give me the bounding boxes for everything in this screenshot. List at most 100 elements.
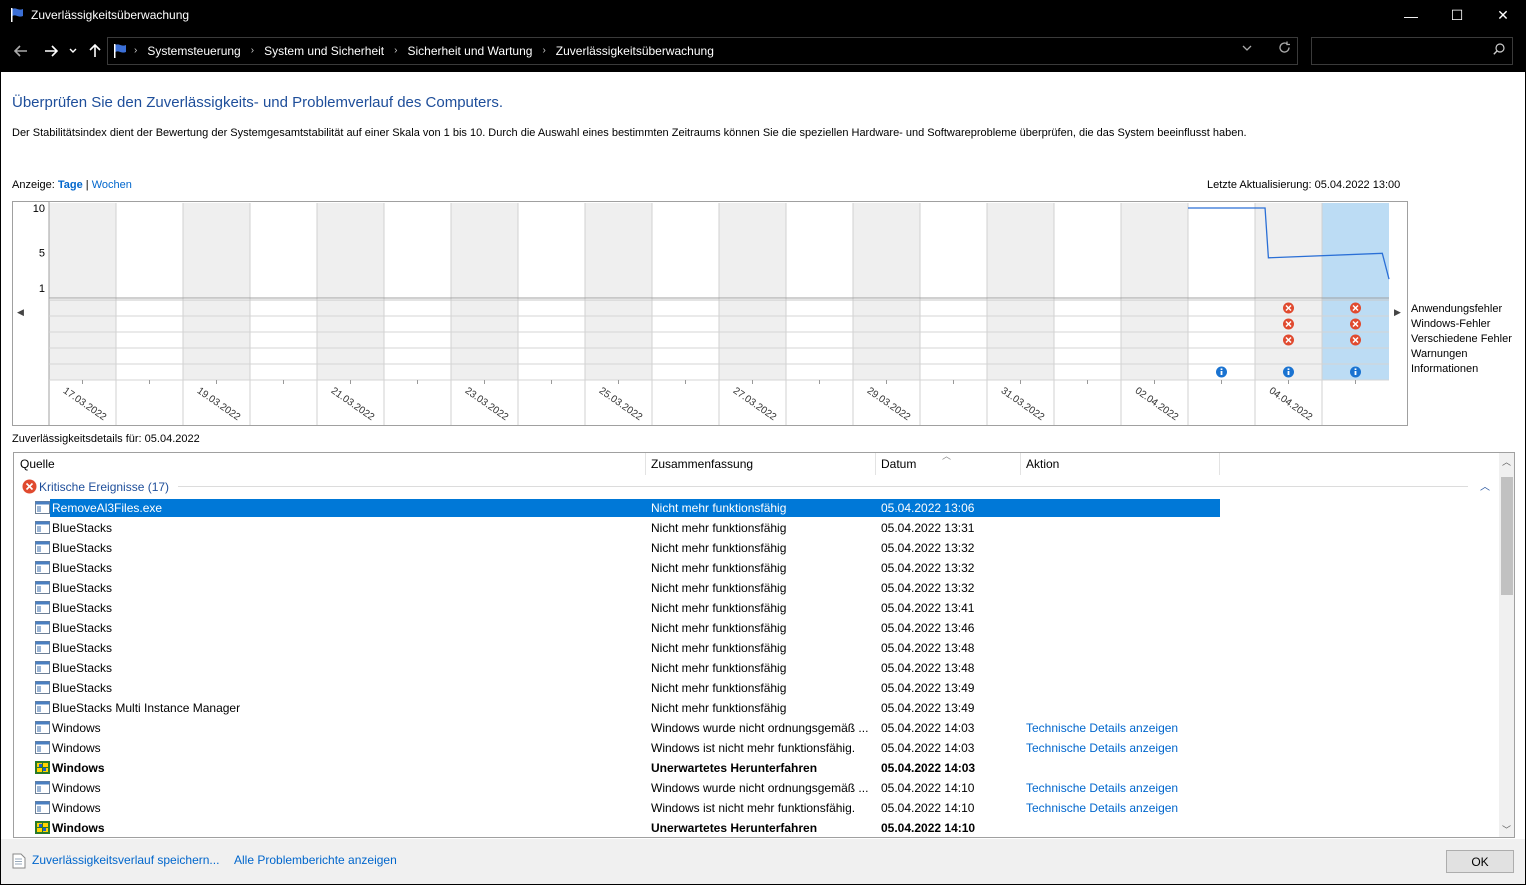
chart-column[interactable] — [317, 203, 384, 298]
back-button[interactable] — [10, 39, 32, 63]
close-button[interactable]: ✕ — [1480, 0, 1526, 31]
chart-column[interactable] — [384, 203, 451, 298]
table-row[interactable]: BlueStacks Nicht mehr funktionsfähig 05.04… — [14, 577, 1499, 597]
chart-column[interactable] — [49, 203, 116, 298]
table-row[interactable]: BlueStacks Nicht mehr funktionsfähig 05.04… — [14, 597, 1499, 617]
scroll-up-icon[interactable]: ︿ — [1502, 455, 1511, 468]
table-row[interactable]: BlueStacks Nicht mehr funktionsfähig 05.04… — [14, 617, 1499, 637]
breadcrumb-systemsteuerung[interactable]: Systemsteuerung — [147, 44, 240, 58]
chart-column[interactable] — [719, 203, 786, 298]
chevron-right-icon[interactable]: › — [134, 44, 137, 58]
technical-details-link[interactable]: Technische Details anzeigen — [1026, 741, 1178, 755]
column-header-source[interactable]: Quelle — [20, 457, 55, 471]
chart-column[interactable] — [1121, 203, 1188, 298]
column-header-summary[interactable]: Zusammenfassung — [651, 457, 753, 471]
view-all-reports-link[interactable]: Alle Problemberichte anzeigen — [234, 853, 397, 867]
chevron-right-icon[interactable]: › — [542, 44, 545, 58]
event-column[interactable] — [786, 300, 853, 380]
table-row[interactable]: BlueStacks Multi Instance Manager Nicht m… — [14, 697, 1499, 717]
table-row[interactable]: BlueStacks Nicht mehr funktionsfähig 05.04… — [14, 537, 1499, 557]
event-column[interactable] — [1121, 300, 1188, 380]
minimize-button[interactable]: — — [1388, 0, 1434, 31]
table-row[interactable]: Windows Windows ist nicht mehr funktionsf… — [14, 797, 1499, 817]
column-divider[interactable] — [875, 453, 876, 475]
collapse-icon[interactable]: ︿ — [1480, 478, 1490, 493]
table-row[interactable]: RemoveAl3Files.exe Nicht mehr funktionsfä… — [14, 497, 1499, 517]
event-column[interactable] — [920, 300, 987, 380]
chart-column[interactable] — [920, 203, 987, 298]
row-source: Windows — [52, 781, 101, 795]
table-row[interactable]: Windows Windows ist nicht mehr funktionsf… — [14, 737, 1499, 757]
event-column[interactable] — [719, 300, 786, 380]
breadcrumb-zuverlaessigkeitsueberwachung[interactable]: Zuverlässigkeitsüberwachung — [556, 44, 714, 58]
column-header-action[interactable]: Aktion — [1026, 457, 1059, 471]
breadcrumb-sicherheit-und-wartung[interactable]: Sicherheit und Wartung — [407, 44, 532, 58]
event-column[interactable] — [451, 300, 518, 380]
x-date-label: 25.03.2022 — [597, 385, 645, 423]
search-box[interactable] — [1311, 37, 1513, 65]
chart-column[interactable] — [585, 203, 652, 298]
table-row[interactable]: BlueStacks Nicht mehr funktionsfähig 05.04… — [14, 557, 1499, 577]
forward-button[interactable] — [40, 39, 62, 63]
chart-column[interactable] — [1054, 203, 1121, 298]
table-row[interactable]: Windows Windows wurde nicht ordnungsgemäß… — [14, 717, 1499, 737]
table-row[interactable]: Windows Unerwartetes Herunterfahren 05.04.… — [14, 817, 1499, 837]
chart-scroll-right-icon[interactable]: ▶ — [1394, 307, 1401, 318]
maximize-button[interactable]: ☐ — [1434, 0, 1480, 31]
event-column[interactable] — [49, 300, 116, 380]
chart-column[interactable] — [250, 203, 317, 298]
up-button[interactable] — [84, 39, 106, 63]
table-row[interactable]: BlueStacks Nicht mehr funktionsfähig 05.04… — [14, 637, 1499, 657]
chart-column[interactable] — [1322, 203, 1389, 298]
chart-column[interactable] — [652, 203, 719, 298]
chart-column[interactable] — [116, 203, 183, 298]
table-row[interactable]: BlueStacks Nicht mehr funktionsfähig 05.04… — [14, 677, 1499, 697]
vertical-scrollbar[interactable]: ︿ ﹀ — [1499, 453, 1514, 837]
event-column[interactable] — [317, 300, 384, 380]
view-weeks-link[interactable]: Wochen — [92, 179, 132, 191]
technical-details-link[interactable]: Technische Details anzeigen — [1026, 781, 1178, 795]
column-divider[interactable] — [1219, 453, 1220, 475]
table-row[interactable]: BlueStacks Nicht mehr funktionsfähig 05.04… — [14, 657, 1499, 677]
breadcrumb-system-und-sicherheit[interactable]: System und Sicherheit — [264, 44, 384, 58]
chart-column[interactable] — [786, 203, 853, 298]
chart-column[interactable] — [183, 203, 250, 298]
event-column[interactable] — [384, 300, 451, 380]
event-column[interactable] — [652, 300, 719, 380]
event-column[interactable] — [1054, 300, 1121, 380]
recent-locations-button[interactable] — [65, 39, 81, 63]
scrollbar-thumb[interactable] — [1501, 477, 1513, 595]
address-bar[interactable]: › Systemsteuerung › System und Sicherhei… — [107, 37, 1298, 65]
chevron-right-icon[interactable]: › — [251, 44, 254, 58]
technical-details-link[interactable]: Technische Details anzeigen — [1026, 801, 1178, 815]
chart-scroll-left-icon[interactable]: ◀ — [17, 307, 24, 318]
chart-column[interactable] — [987, 203, 1054, 298]
table-row[interactable]: Windows Unerwartetes Herunterfahren 05.04.… — [14, 757, 1499, 777]
event-column[interactable] — [853, 300, 920, 380]
column-divider[interactable] — [645, 453, 646, 475]
event-column[interactable] — [183, 300, 250, 380]
event-column[interactable] — [585, 300, 652, 380]
chart-column[interactable] — [518, 203, 585, 298]
table-row[interactable]: Windows Windows wurde nicht ordnungsgemäß… — [14, 777, 1499, 797]
event-column[interactable] — [116, 300, 183, 380]
event-column[interactable] — [518, 300, 585, 380]
column-header-date[interactable]: Datum — [881, 457, 916, 471]
column-divider[interactable] — [1020, 453, 1021, 475]
chart-column[interactable] — [1188, 203, 1255, 298]
event-column[interactable] — [987, 300, 1054, 380]
chart-column[interactable] — [451, 203, 518, 298]
scroll-down-icon[interactable]: ﹀ — [1502, 823, 1511, 836]
ok-button[interactable]: OK — [1446, 850, 1514, 873]
technical-details-link[interactable]: Technische Details anzeigen — [1026, 721, 1178, 735]
stability-chart[interactable]: 10 5 1 17.03.2022 19.03.2022 21.03.2022 23.03.… — [12, 201, 1408, 426]
chevron-right-icon[interactable]: › — [394, 44, 397, 58]
group-critical-events[interactable]: Kritische Ereignisse (17) — [22, 479, 169, 494]
view-days-link[interactable]: Tage — [58, 179, 83, 191]
chart-column[interactable] — [853, 203, 920, 298]
table-row[interactable]: BlueStacks Nicht mehr funktionsfähig 05.04… — [14, 517, 1499, 537]
save-history-link[interactable]: Zuverlässigkeitsverlauf speichern... — [32, 853, 219, 867]
address-dropdown-icon[interactable] — [1242, 44, 1252, 55]
event-column[interactable] — [250, 300, 317, 380]
refresh-icon[interactable] — [1278, 41, 1291, 57]
